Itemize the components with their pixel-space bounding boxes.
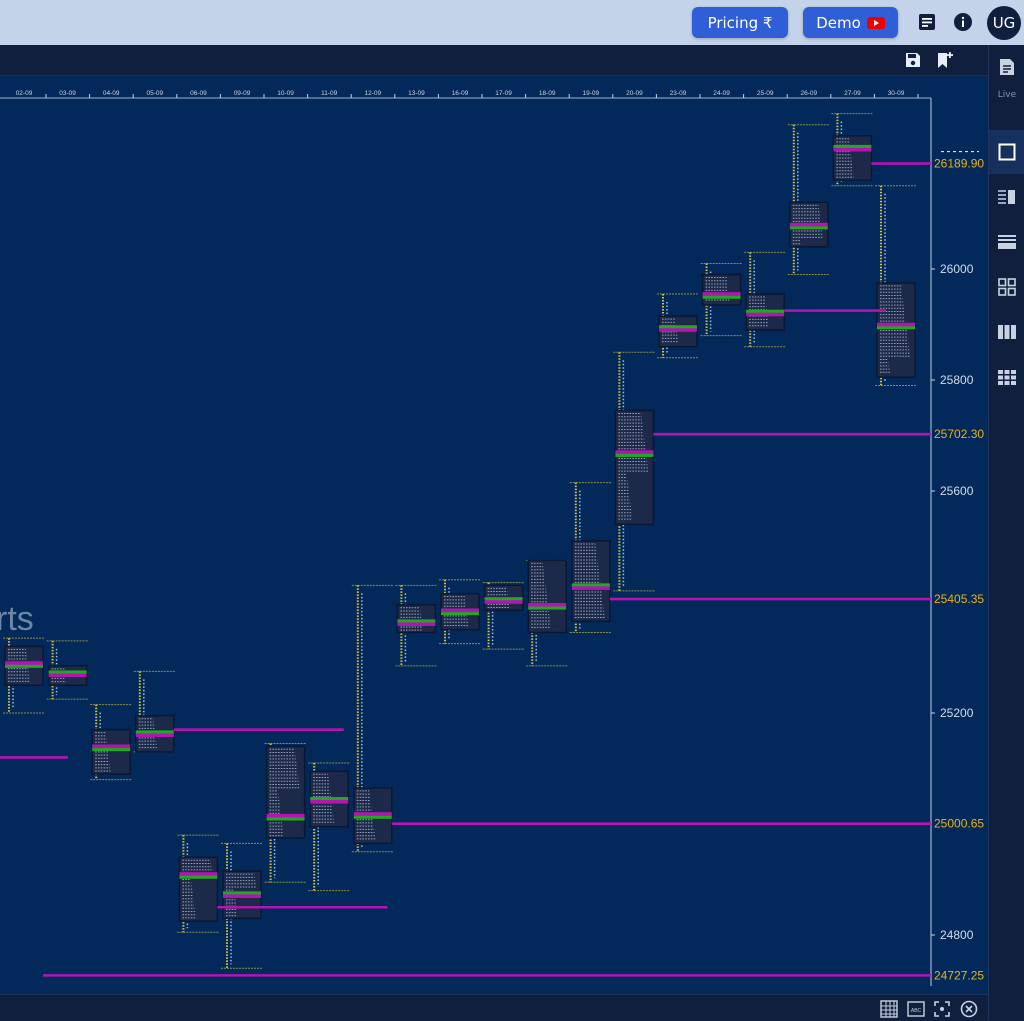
close-circle-icon[interactable] [960,1000,978,1018]
poc-magenta-marker [310,800,349,804]
notes-icon[interactable] [917,12,937,32]
poc-magenta-marker [5,661,43,665]
pricing-button[interactable]: Pricing ₹ [692,7,788,38]
x-tick-label: 19-09 [582,90,599,97]
x-tick-label: 26-09 [800,90,817,97]
right-sidebar: Live [988,45,1024,1020]
grid-2x2-icon [998,278,1016,296]
grid-table-icon[interactable] [880,1000,898,1018]
poc-magenta-marker [484,600,523,604]
sidebar-item-grid-3x3[interactable] [989,355,1024,399]
key-level-label: 25405.35 [934,592,984,606]
pricing-label: Pricing ₹ [707,13,773,32]
sidebar-item-list-split[interactable] [989,175,1024,219]
y-tick-label: 25200 [940,706,974,720]
key-level-label: 25702.30 [934,427,984,441]
x-tick-label: 04-09 [103,90,120,97]
x-tick-label: 25-09 [757,90,774,97]
poc-magenta-marker [397,622,436,626]
y-tick-label: 25600 [940,484,974,498]
avatar-initials: UG [992,14,1016,32]
abc-label-icon[interactable]: ABC [907,1000,925,1018]
x-tick-label: 30-09 [888,90,905,97]
poc-magenta-marker [659,328,697,332]
x-tick-label: 10-09 [277,90,294,97]
x-tick-label: 23-09 [670,90,687,97]
y-tick-label: 25800 [940,373,974,387]
value-area-box[interactable] [614,409,655,526]
y-tick-label: 24800 [940,928,974,942]
demo-button[interactable]: Demo [803,7,898,38]
x-tick-label: 13-09 [408,90,425,97]
poc-magenta-marker [615,450,654,454]
poc-magenta-marker [441,608,479,613]
live-label: Live [997,90,1017,100]
chart-toolbar [0,45,988,76]
chart-bottom-bar: ABC [0,994,988,1021]
poc-magenta-marker [746,312,785,317]
value-area-box[interactable] [832,135,873,181]
poc-magenta-marker [528,602,567,607]
x-tick-label: 24-09 [713,90,730,97]
poc-magenta-marker [223,894,261,898]
save-icon[interactable] [904,51,922,69]
poc-magenta-marker [702,292,741,296]
svg-text:ABC: ABC [911,1008,922,1014]
x-tick-label: 02-09 [16,90,33,97]
document-icon [1000,59,1014,75]
poc-magenta-marker [571,586,610,590]
top-bar: Pricing ₹ Demo UG [0,0,1024,45]
value-area-box[interactable] [91,728,131,775]
poc-magenta-marker [833,147,872,152]
demo-label: Demo [816,13,861,32]
poc-magenta-marker [48,673,87,678]
poc-magenta-marker [135,733,174,737]
value-area-box[interactable] [265,745,306,839]
chart-plot-area[interactable]: rts 02-09 03-09 04-09 05-09 06-09 09-09 10-09 1… [0,76,988,994]
bookmark-add-icon[interactable] [935,50,955,70]
value-area-box[interactable] [571,540,611,623]
value-area-box[interactable] [178,856,219,922]
value-area-box[interactable] [396,604,437,634]
sidebar-item-columns[interactable] [989,310,1024,354]
key-level-label: 26189.90 [934,157,984,171]
market-profile-chart[interactable]: 02-09 03-09 04-09 05-09 06-09 09-09 10-09 11-09… [0,76,988,994]
sidebar-item-live[interactable] [989,50,1024,90]
x-tick-label: 20-09 [626,90,643,97]
x-tick-label: 06-09 [190,90,207,97]
poc-magenta-marker [789,222,828,227]
x-tick-label: 03-09 [59,90,76,97]
poc-magenta-marker [92,744,131,749]
x-tick-label: 16-09 [452,90,469,97]
x-tick-label: 12-09 [364,90,381,97]
youtube-icon [866,16,885,29]
poc-magenta-marker [353,812,392,816]
value-area-box[interactable] [701,273,742,306]
key-level-label: 25000.65 [934,817,984,831]
x-tick-label: 27-09 [844,90,861,97]
x-tick-label: 11-09 [321,90,338,97]
poc-magenta-marker [877,322,915,327]
info-icon[interactable] [953,12,973,32]
value-area-box[interactable] [527,559,567,634]
key-level-label: 24727.25 [934,968,984,982]
y-tick-label: 26000 [940,262,974,276]
poc-magenta-marker [179,872,218,876]
list-panel-icon [998,190,1015,204]
value-area-box[interactable] [876,282,916,378]
x-tick-label: 05-09 [146,90,163,97]
x-tick-label: 09-09 [234,90,251,97]
rows-icon [998,235,1016,249]
square-icon [998,143,1016,161]
x-tick-label: 18-09 [539,90,556,97]
columns-icon [998,325,1016,339]
sidebar-item-grid-2x2[interactable] [989,265,1024,309]
sidebar-item-rows[interactable] [989,220,1024,264]
focus-center-icon[interactable] [933,1000,951,1018]
user-avatar[interactable]: UG [987,6,1021,40]
sidebar-item-single-view[interactable] [989,130,1024,174]
poc-magenta-marker [266,813,305,818]
x-tick-label: 17-09 [495,90,512,97]
grid-3x3-icon [998,370,1016,385]
